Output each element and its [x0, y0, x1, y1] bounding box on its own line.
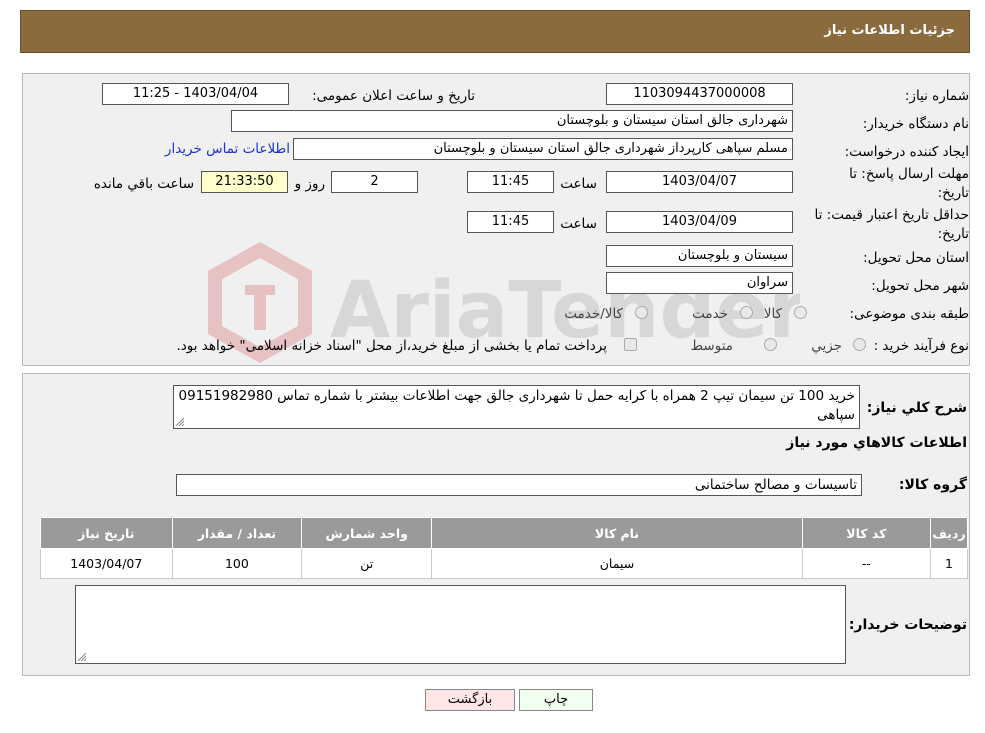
category-option-goods: کالا: [763, 306, 782, 322]
table-row: 1 -- سیمان تن 100 1403/04/07: [40, 548, 968, 579]
cell-date: 1403/04/07: [40, 548, 173, 579]
announce-label: تاریخ و ساعت اعلان عمومی:: [312, 88, 475, 104]
price-validity-date-field: 1403/04/09: [606, 211, 793, 233]
process-radio-medium[interactable]: [764, 338, 777, 351]
cell-row: 1: [930, 548, 968, 579]
category-option-service: خدمت: [692, 306, 728, 322]
process-radio-minor[interactable]: [853, 338, 866, 351]
description-text: خرید 100 تن سیمان تیپ 2 همراه با کرایه ح…: [178, 388, 855, 423]
days-field: 2: [331, 171, 418, 193]
resize-grip-icon[interactable]: [78, 653, 86, 661]
print-button[interactable]: چاپ: [519, 689, 593, 711]
deadline-time-label: ساعت: [560, 176, 597, 192]
cell-quantity: 100: [171, 548, 303, 579]
price-validity-time-label: ساعت: [560, 216, 597, 232]
price-validity-time-field: 11:45: [467, 211, 554, 233]
process-checkbox-treasury[interactable]: [624, 338, 637, 351]
city-field: سراوان: [606, 272, 793, 294]
process-option-minor: جزيي: [811, 338, 842, 354]
deadline-label: مهلت ارسال پاسخ: تا تاریخ:: [849, 166, 969, 201]
goods-table-header: رديف کد کالا نام کالا واحد شمارش تعداد /…: [40, 517, 968, 549]
cell-code: --: [801, 548, 932, 579]
deadline-date-field: 1403/04/07: [606, 171, 793, 193]
goods-info-title: اطلاعات کالاهاي مورد نياز: [786, 435, 967, 451]
announce-field: 1403/04/04 - 11:25: [102, 83, 289, 105]
process-option-medium: متوسط: [690, 338, 733, 354]
price-validity-label: حداقل تاریخ اعتبار قیمت: تا تاریخ:: [814, 207, 969, 242]
process-label: نوع فرآیند خرید :: [873, 338, 969, 354]
col-unit: واحد شمارش: [301, 517, 433, 549]
buyer-contact-link[interactable]: اطلاعات تماس خریدار: [165, 141, 290, 157]
page-title: جزئیات اطلاعات نیاز: [824, 23, 955, 38]
cell-name: سیمان: [431, 548, 803, 579]
description-label: شرح کلي نياز:: [866, 400, 967, 416]
buyer-notes-textarea[interactable]: [75, 585, 846, 664]
need-number-field: 1103094437000008: [606, 83, 793, 105]
buyer-notes-label: توضيحات خريدار:: [848, 617, 967, 633]
description-textarea[interactable]: خرید 100 تن سیمان تیپ 2 همراه با کرایه ح…: [173, 385, 860, 429]
resize-grip-icon[interactable]: [176, 418, 184, 426]
category-radio-goods-service[interactable]: [635, 306, 648, 319]
goods-group-label: گروه کالا:: [898, 477, 967, 493]
buyer-org-field: شهرداری جالق استان سیستان و بلوچستان: [231, 110, 793, 132]
deadline-time-field: 11:45: [467, 171, 554, 193]
province-label: استان محل تحویل:: [863, 250, 969, 266]
col-row: رديف: [930, 517, 968, 549]
city-label: شهر محل تحویل:: [871, 278, 969, 294]
process-note: پرداخت تمام یا بخشی از مبلغ خرید،از محل …: [176, 338, 607, 354]
creator-label: ایجاد کننده درخواست:: [844, 144, 969, 160]
page-header: جزئیات اطلاعات نیاز: [20, 10, 970, 53]
category-radio-goods[interactable]: [794, 306, 807, 319]
goods-group-field: تاسیسات و مصالح ساختمانی: [176, 474, 862, 496]
buyer-org-label: نام دستگاه خریدار:: [862, 116, 969, 132]
province-field: سیستان و بلوچستان: [606, 245, 793, 267]
col-name: نام کالا: [431, 517, 803, 549]
cell-unit: تن: [301, 548, 433, 579]
need-number-label: شماره نیاز:: [904, 88, 969, 104]
goods-table: رديف کد کالا نام کالا واحد شمارش تعداد /…: [40, 517, 968, 579]
col-code: کد کالا: [801, 517, 932, 549]
days-label: روز و: [294, 176, 325, 192]
creator-field: مسلم سپاهی کارپرداز شهرداری جالق استان س…: [293, 138, 793, 160]
category-label: طبقه بندی موضوعی:: [849, 306, 969, 322]
back-button[interactable]: بازگشت: [425, 689, 515, 711]
remaining-time-field: 21:33:50: [201, 171, 288, 193]
remaining-label: ساعت باقي مانده: [93, 176, 194, 192]
category-radio-service[interactable]: [740, 306, 753, 319]
col-date: تاريخ نياز: [40, 517, 173, 549]
category-option-goods-service: کالا/خدمت: [564, 306, 623, 322]
col-quantity: تعداد / مقدار: [171, 517, 303, 549]
